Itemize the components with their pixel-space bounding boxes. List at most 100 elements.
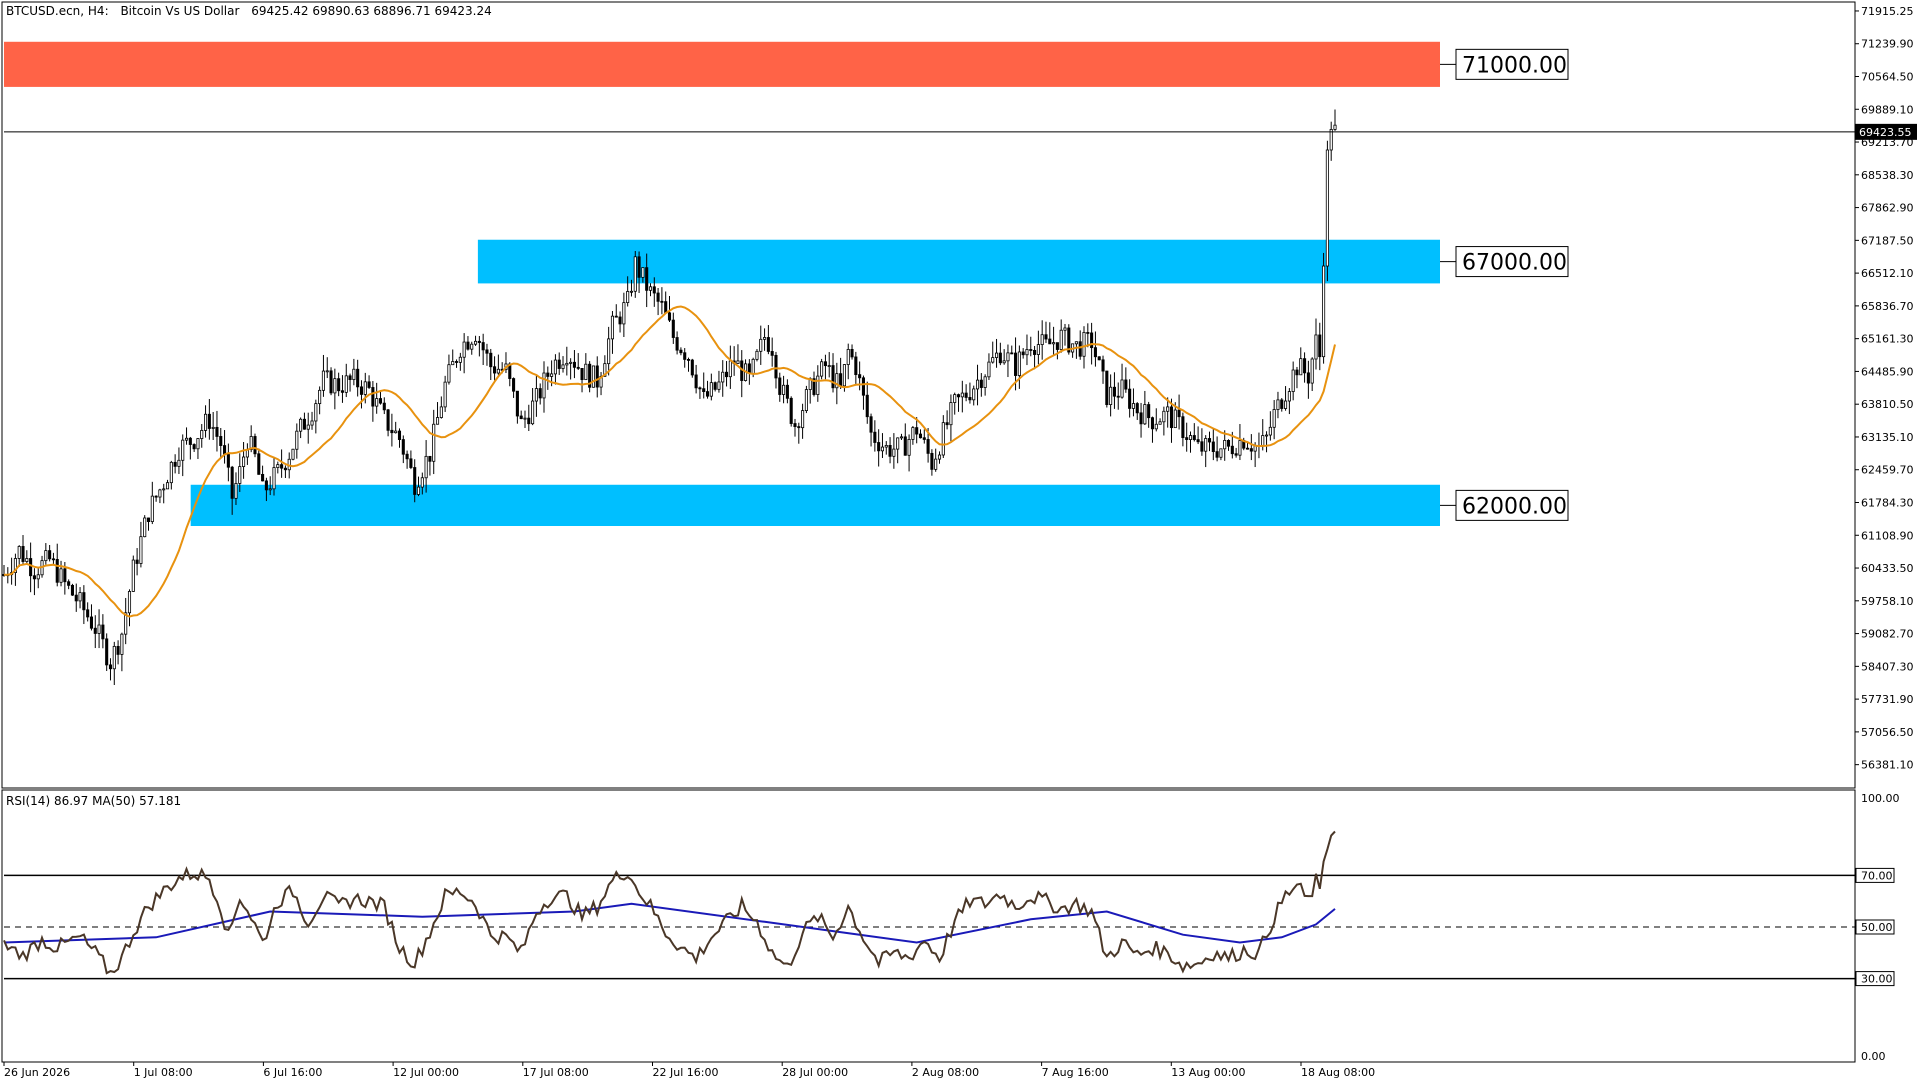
candle-body <box>907 438 911 456</box>
candle-body <box>1021 351 1025 356</box>
candle-body <box>272 467 276 490</box>
candle-body <box>937 454 942 460</box>
candle-body <box>451 361 455 366</box>
price-tick-label: 63135.10 <box>1861 431 1914 444</box>
candle-body <box>1078 341 1082 357</box>
candle-body <box>162 488 166 491</box>
candle-body <box>1245 447 1250 450</box>
candle-body <box>1185 437 1189 440</box>
candle-body <box>626 291 630 304</box>
candle-body <box>25 558 29 562</box>
candle-body <box>481 342 485 351</box>
candle-body <box>1002 360 1006 364</box>
candle-body <box>1177 409 1181 418</box>
candle-body <box>614 315 618 318</box>
candle-body <box>1086 332 1090 334</box>
candle-body <box>454 361 459 363</box>
candle-body <box>998 352 1002 364</box>
price-zone <box>190 484 1441 526</box>
candle-body <box>223 445 227 455</box>
candle-body <box>462 341 466 358</box>
candle-body <box>1097 356 1101 361</box>
candle-body <box>470 343 474 350</box>
time-tick-label: 22 Jul 16:00 <box>653 1066 719 1079</box>
candle-body <box>93 627 97 634</box>
time-tick-label: 1 Jul 08:00 <box>134 1066 193 1079</box>
candle-body <box>1211 441 1215 453</box>
trading-chart[interactable]: 71000.00 67000.00 62000.00 71915.25 71239.9… <box>0 0 1920 1080</box>
candle-body <box>1284 400 1288 409</box>
rsi-tick-label: 100.00 <box>1861 792 1900 805</box>
candle-body <box>1196 439 1200 443</box>
candle-body <box>979 379 983 388</box>
candle-body <box>416 486 421 495</box>
candle-body <box>1200 441 1204 452</box>
price-tick-label: 69889.10 <box>1861 103 1914 116</box>
candle-body <box>1082 332 1086 357</box>
candle-body <box>242 456 246 467</box>
current-price-label: 69423.55 <box>1859 126 1912 139</box>
candle-body <box>348 375 352 380</box>
candle-body <box>325 370 329 373</box>
candle-body <box>215 426 219 437</box>
time-tick-label: 6 Jul 16:00 <box>263 1066 322 1079</box>
candle-body <box>405 453 409 460</box>
price-tick-label: 65161.30 <box>1861 333 1914 346</box>
candle-body <box>1204 438 1208 452</box>
candle-body <box>143 517 147 538</box>
candle-body <box>1139 412 1143 425</box>
candle-body <box>926 439 930 454</box>
candle-body <box>86 609 90 618</box>
candle-body <box>63 568 67 583</box>
candle-body <box>877 442 881 452</box>
price-zone <box>4 41 1440 87</box>
rsi-line <box>3 830 1336 975</box>
candle-body <box>1033 349 1037 355</box>
price-panel-frame <box>1 1 1856 789</box>
price-tick-label: 56381.10 <box>1861 759 1914 772</box>
candle-body <box>1063 327 1067 331</box>
candle-body <box>158 489 162 498</box>
candle-body <box>1101 359 1105 372</box>
price-tick-label: 65836.70 <box>1861 300 1914 313</box>
candle-body <box>888 445 892 457</box>
candle-body <box>302 418 306 430</box>
candle-body <box>546 372 550 377</box>
candle-body <box>55 559 59 583</box>
candle-body <box>702 388 706 392</box>
candle-body <box>443 381 447 408</box>
candle-body <box>869 416 873 433</box>
candle-body <box>1135 403 1139 414</box>
candle-body <box>207 413 211 429</box>
price-tick-label: 59758.10 <box>1861 595 1914 608</box>
candle-body <box>318 389 322 405</box>
candle-body <box>173 461 177 467</box>
candle-body <box>1238 440 1242 456</box>
zone-label: 62000.00 <box>1462 494 1567 519</box>
candle-body <box>1272 409 1276 428</box>
candle-body <box>736 360 740 364</box>
candle-body <box>580 368 584 381</box>
candle-body <box>1169 406 1174 429</box>
candle-body <box>561 364 565 369</box>
candle-body <box>211 426 215 429</box>
chart-header: BTCUSD.ecn, H4: Bitcoin Vs US Dollar 694… <box>6 4 492 18</box>
candle-body <box>648 286 653 291</box>
candle-body <box>70 584 74 596</box>
candle-body <box>694 374 698 389</box>
price-tick-label: 57056.50 <box>1861 726 1914 739</box>
time-tick-label: 18 Aug 08:00 <box>1301 1066 1375 1079</box>
price-tick-label: 70564.50 <box>1861 71 1914 84</box>
candle-body <box>523 417 527 420</box>
candle-body <box>337 378 341 392</box>
candle-body <box>390 429 394 434</box>
candle-body <box>1150 417 1155 430</box>
candle-body <box>36 574 40 580</box>
candle-body <box>1303 358 1307 374</box>
price-tick-label: 67862.90 <box>1861 202 1914 215</box>
candle-body <box>512 378 516 392</box>
candle-body <box>1223 440 1227 450</box>
candle-body <box>873 431 877 443</box>
price-tick-label: 59082.70 <box>1861 628 1914 641</box>
candle-body <box>1162 410 1166 423</box>
